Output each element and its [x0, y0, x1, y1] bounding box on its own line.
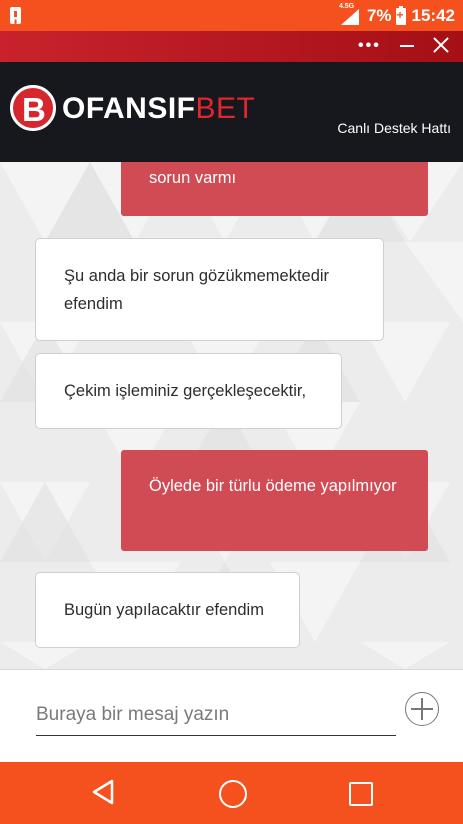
recents-square-icon[interactable]	[349, 782, 373, 806]
brand-name: OFANSIFBET	[62, 92, 255, 126]
message-bubble-incoming: Bugün yapılacaktır efendim	[35, 572, 300, 648]
chat-messages[interactable]: sorun varmı Şu anda bir sorun gözükmemek…	[0, 162, 463, 669]
message-text: Bugün yapılacaktır efendim	[64, 601, 264, 619]
window-controls-bar: •••	[0, 31, 463, 62]
message-input[interactable]	[36, 695, 396, 736]
logo-letter: B	[22, 91, 46, 128]
message-text: Öylede bir türlu ödeme yapılmıyor	[149, 477, 397, 495]
message-bubble-outgoing: sorun varmı	[121, 162, 428, 216]
back-triangle-icon[interactable]	[90, 778, 116, 806]
message-bubble-incoming: Şu anda bir sorun gözükmemektedir efendi…	[35, 238, 384, 341]
battery-percent: 7%	[366, 6, 392, 25]
plus-circle-icon[interactable]	[405, 692, 439, 726]
more-dots-icon[interactable]: •••	[358, 37, 381, 55]
signal-icon: 4.5G	[339, 3, 361, 25]
minimize-icon[interactable]	[400, 45, 414, 47]
brand-logo-icon: B	[10, 85, 56, 131]
battery-charging-icon	[395, 5, 406, 25]
close-icon[interactable]	[432, 36, 450, 54]
status-bar: 4.5G 7% 15:42	[0, 0, 463, 31]
message-text: Şu anda bir sorun gözükmemektedir efendi…	[64, 267, 330, 313]
message-bubble-outgoing: Öylede bir türlu ödeme yapılmıyor	[121, 450, 428, 551]
message-text: sorun varmı	[149, 169, 237, 187]
header-subtitle: Canlı Destek Hattı	[337, 120, 451, 136]
status-indicators: 4.5G 7% 15:42	[339, 3, 455, 28]
message-text: Çekim işleminiz gerçekleşecektir,	[64, 382, 307, 400]
notification-alert-icon	[10, 7, 21, 24]
home-circle-icon[interactable]	[219, 780, 247, 808]
network-type: 4.5G	[338, 3, 355, 10]
brand-name-accent: BET	[195, 92, 256, 125]
clock: 15:42	[411, 6, 455, 25]
brand-name-main: OFANSIF	[62, 92, 196, 125]
message-bubble-incoming: Çekim işleminiz gerçekleşecektir,	[35, 353, 342, 429]
